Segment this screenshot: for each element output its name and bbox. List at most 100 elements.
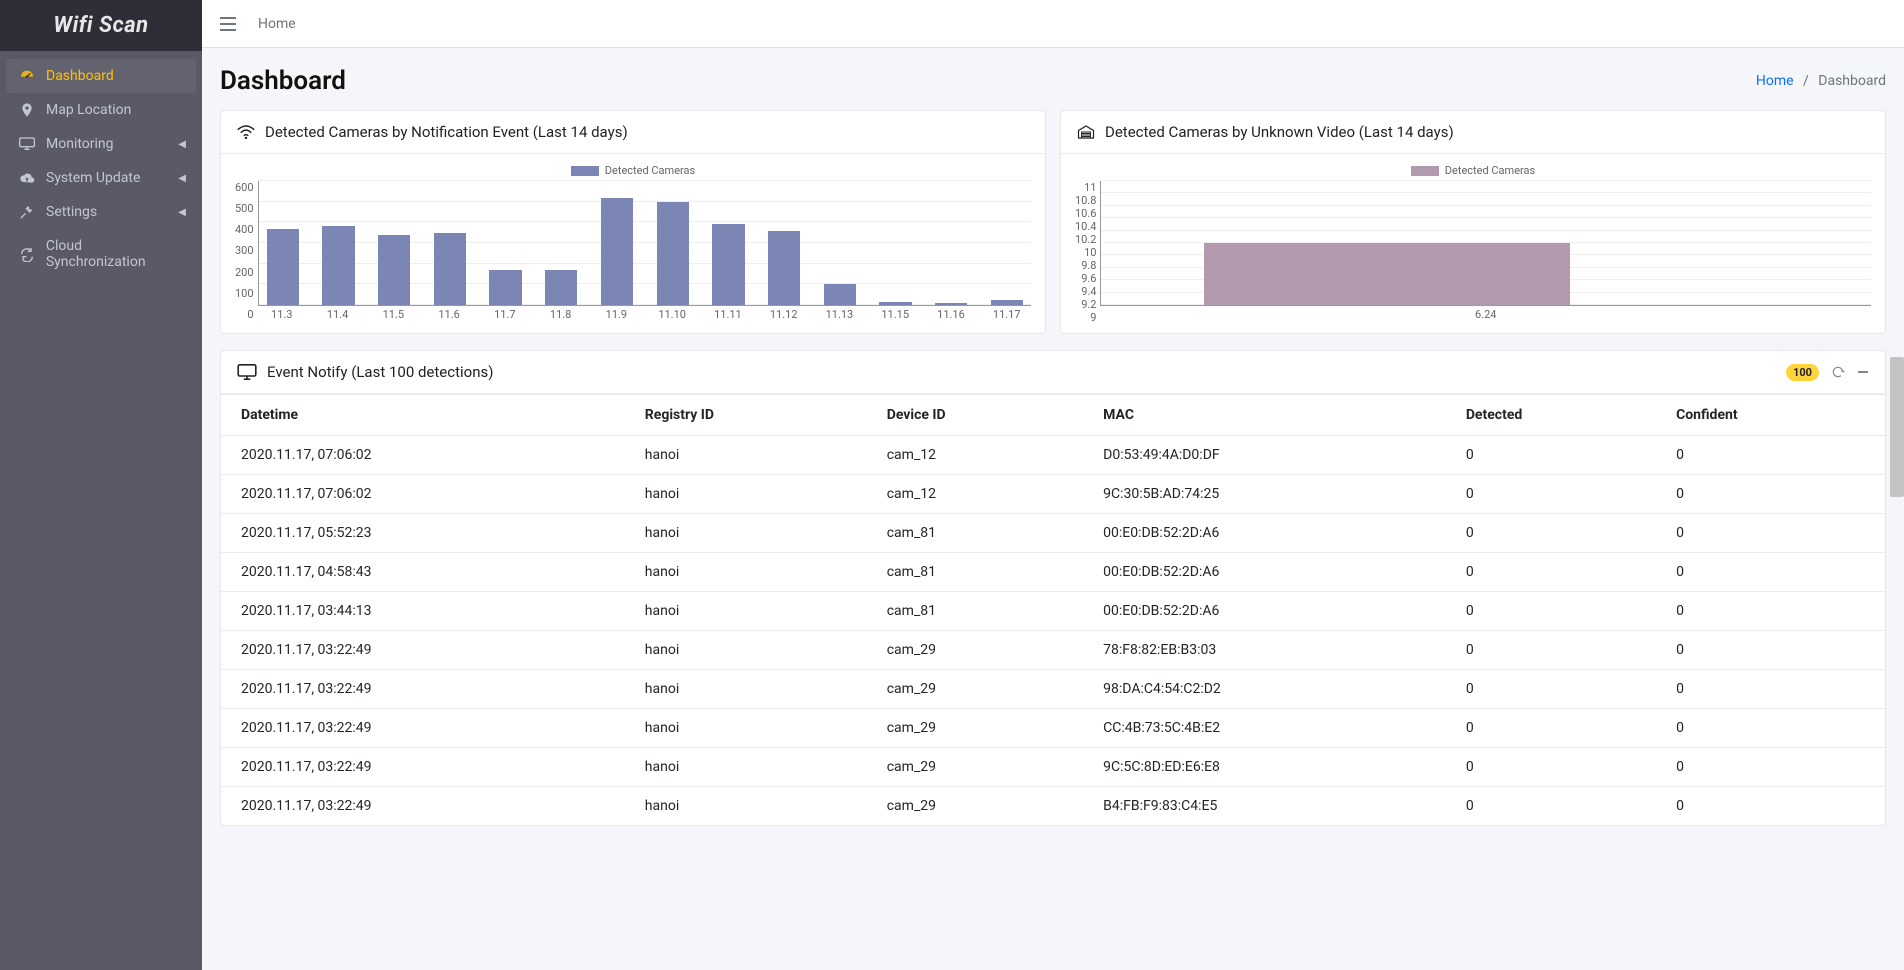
map-marker-icon	[18, 102, 36, 118]
table-row[interactable]: 2020.11.17, 07:06:02hanoicam_129C:30:5B:…	[221, 475, 1885, 514]
cell: 0	[1662, 631, 1885, 670]
x-tick: 11.12	[763, 308, 803, 321]
bar	[374, 181, 414, 305]
bar	[597, 181, 637, 305]
col-detected[interactable]: Detected	[1452, 395, 1662, 436]
sidebar-item-monitoring[interactable]: Monitoring ◀	[6, 127, 196, 161]
table-row[interactable]: 2020.11.17, 03:22:49hanoicam_2998:DA:C4:…	[221, 670, 1885, 709]
page-header: Dashboard Home / Dashboard	[202, 48, 1904, 110]
cell: hanoi	[631, 787, 873, 826]
y-tick: 600	[235, 181, 254, 194]
main-area: Home Dashboard Home / Dashboard Detected…	[202, 0, 1904, 970]
bar	[652, 181, 692, 305]
cell: 0	[1452, 670, 1662, 709]
table-row[interactable]: 2020.11.17, 03:22:49hanoicam_299C:5C:8D:…	[221, 748, 1885, 787]
col-confident[interactable]: Confident	[1662, 395, 1885, 436]
table-row[interactable]: 2020.11.17, 03:22:49hanoicam_2978:F8:82:…	[221, 631, 1885, 670]
cell: 2020.11.17, 04:58:43	[221, 553, 631, 592]
table-row[interactable]: 2020.11.17, 05:52:23hanoicam_8100:E0:DB:…	[221, 514, 1885, 553]
bar	[987, 181, 1027, 305]
table-row[interactable]: 2020.11.17, 03:22:49hanoicam_29B4:FB:F9:…	[221, 787, 1885, 826]
bar	[318, 181, 358, 305]
sidebar-item-settings[interactable]: Settings◀	[6, 195, 196, 229]
y-tick: 100	[235, 287, 254, 300]
table-row[interactable]: 2020.11.17, 04:58:43hanoicam_8100:E0:DB:…	[221, 553, 1885, 592]
col-registry-id[interactable]: Registry ID	[631, 395, 873, 436]
y-tick: 10.4	[1075, 220, 1096, 233]
cell: 00:E0:DB:52:2D:A6	[1089, 553, 1452, 592]
hamburger-icon[interactable]	[220, 17, 236, 31]
chevron-left-icon: ◀	[178, 139, 186, 150]
cell: 0	[1662, 592, 1885, 631]
sidebar-item-cloud-synchronization[interactable]: Cloud Synchronization	[6, 229, 196, 279]
legend-swatch	[1411, 166, 1439, 176]
breadcrumb-home[interactable]: Home	[1756, 73, 1794, 89]
bar	[708, 181, 748, 305]
card-title: Detected Cameras by Notification Event (…	[265, 123, 628, 141]
cell: 98:DA:C4:54:C2:D2	[1089, 670, 1452, 709]
cell: 9C:5C:8D:ED:E6:E8	[1089, 748, 1452, 787]
col-mac[interactable]: MAC	[1089, 395, 1452, 436]
y-tick: 9.4	[1075, 285, 1096, 298]
chevron-left-icon: ◀	[178, 173, 186, 184]
tachometer-icon	[18, 68, 36, 84]
bar	[764, 181, 804, 305]
refresh-icon[interactable]	[1831, 365, 1845, 379]
cell: hanoi	[631, 436, 873, 475]
cell: 2020.11.17, 07:06:02	[221, 436, 631, 475]
cell: 00:E0:DB:52:2D:A6	[1089, 592, 1452, 631]
table-row[interactable]: 2020.11.17, 03:44:13hanoicam_8100:E0:DB:…	[221, 592, 1885, 631]
topbar: Home	[202, 0, 1904, 48]
cell: 0	[1452, 553, 1662, 592]
warehouse-icon	[1077, 125, 1095, 139]
wifi-icon	[237, 125, 255, 139]
sidebar-item-dashboard[interactable]: Dashboard	[6, 59, 196, 93]
sidebar-item-map-location[interactable]: Map Location	[6, 93, 196, 127]
breadcrumb: Home / Dashboard	[1756, 73, 1886, 89]
bar-chart-notification: 600500400300200100011.311.411.511.611.71…	[235, 181, 1031, 321]
y-tick: 0	[235, 308, 254, 321]
cell: 0	[1452, 748, 1662, 787]
bar-chart-unknown-video: 1110.810.610.410.2109.89.69.49.296.24	[1075, 181, 1871, 321]
bar	[931, 181, 971, 305]
y-tick: 9.8	[1075, 259, 1096, 272]
x-tick: 11.4	[317, 308, 357, 321]
y-tick: 300	[235, 244, 254, 257]
card-event-notify: Event Notify (Last 100 detections) 100 D…	[220, 350, 1886, 826]
sidebar-item-label: Monitoring	[46, 136, 114, 152]
cell: hanoi	[631, 553, 873, 592]
col-device-id[interactable]: Device ID	[873, 395, 1089, 436]
scrollbar-thumb[interactable]	[1890, 357, 1904, 497]
top-home-link[interactable]: Home	[258, 16, 296, 32]
cell: 0	[1662, 436, 1885, 475]
cell: 2020.11.17, 03:22:49	[221, 631, 631, 670]
cell: cam_29	[873, 709, 1089, 748]
y-tick: 400	[235, 223, 254, 236]
cell: 0	[1452, 475, 1662, 514]
table-row[interactable]: 2020.11.17, 03:22:49hanoicam_29CC:4B:73:…	[221, 709, 1885, 748]
y-tick: 11	[1075, 181, 1096, 194]
x-tick: 11.9	[596, 308, 636, 321]
table-row[interactable]: 2020.11.17, 07:06:02hanoicam_12D0:53:49:…	[221, 436, 1885, 475]
sidebar-item-system-update[interactable]: System Update◀	[6, 161, 196, 195]
chart-legend: Detected Cameras	[1075, 164, 1871, 177]
cell: 0	[1662, 748, 1885, 787]
cell: cam_29	[873, 670, 1089, 709]
bar	[875, 181, 915, 305]
sync-icon	[18, 246, 36, 262]
breadcrumb-sep: /	[1803, 73, 1809, 89]
minimize-icon[interactable]	[1857, 366, 1869, 378]
col-datetime[interactable]: Datetime	[221, 395, 631, 436]
x-tick: 11.15	[875, 308, 915, 321]
y-tick: 10.8	[1075, 194, 1096, 207]
count-badge: 100	[1786, 364, 1819, 381]
cell: 0	[1662, 670, 1885, 709]
legend-label: Detected Cameras	[605, 164, 695, 177]
x-tick: 11.7	[485, 308, 525, 321]
y-tick: 9.2	[1075, 298, 1096, 311]
cell: B4:FB:F9:83:C4:E5	[1089, 787, 1452, 826]
cell: cam_29	[873, 787, 1089, 826]
bar	[541, 181, 581, 305]
card-title: Event Notify (Last 100 detections)	[267, 363, 493, 381]
cell: hanoi	[631, 631, 873, 670]
